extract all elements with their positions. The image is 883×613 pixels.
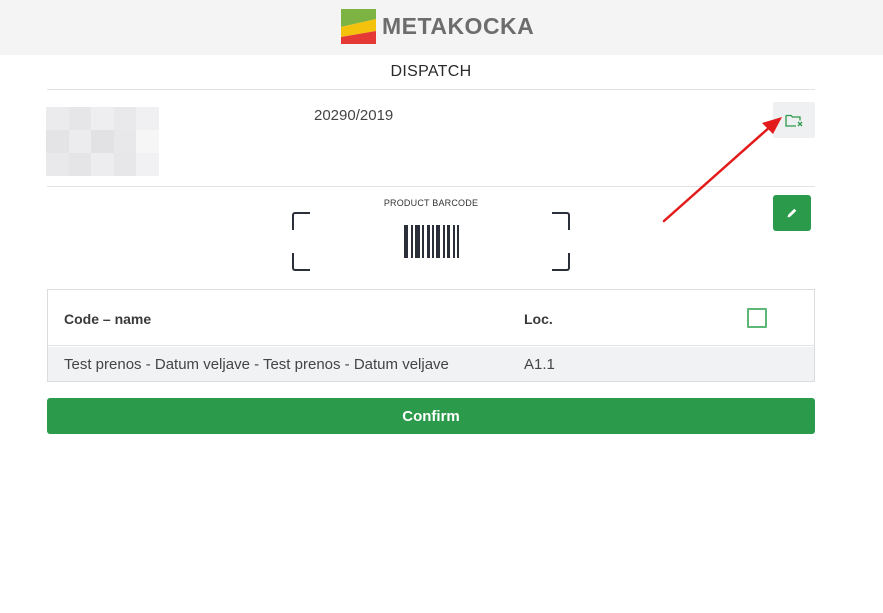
row-location: A1.1 <box>524 356 555 373</box>
page-title: DISPATCH <box>390 63 472 80</box>
barcode-label: PRODUCT BARCODE <box>383 198 479 208</box>
divider <box>47 89 815 90</box>
scanner-corner <box>552 253 570 271</box>
barcode-icon <box>404 225 460 258</box>
scanner-corner <box>292 212 310 230</box>
brand-name: METAKOCKA <box>382 12 535 39</box>
top-bar: METAKOCKA <box>0 0 883 55</box>
metakocka-logo-icon <box>341 8 376 44</box>
column-header-location: Loc. <box>524 311 553 327</box>
table-header: Code – name Loc. <box>48 290 814 346</box>
document-number: 20290/2019 <box>314 107 394 124</box>
brand-logo[interactable]: METAKOCKA <box>341 8 534 44</box>
column-header-code-name: Code – name <box>64 311 152 327</box>
table-row[interactable]: Test prenos - Datum veljave - Test preno… <box>48 347 814 381</box>
document-thumbnail <box>46 107 159 176</box>
items-table: Code – name Loc. Test prenos - Datum vel… <box>47 289 815 382</box>
scanner-corner <box>292 253 310 271</box>
folder-export-icon <box>785 114 803 127</box>
divider <box>47 186 815 187</box>
confirm-button[interactable]: Confirm <box>47 398 815 434</box>
row-code-name: Test prenos - Datum veljave - Test preno… <box>64 356 449 373</box>
select-all-checkbox[interactable] <box>747 308 767 328</box>
pencil-icon <box>787 208 797 218</box>
folder-export-button[interactable] <box>773 102 815 138</box>
scanner-corner <box>552 212 570 230</box>
edit-barcode-button[interactable] <box>773 195 811 231</box>
